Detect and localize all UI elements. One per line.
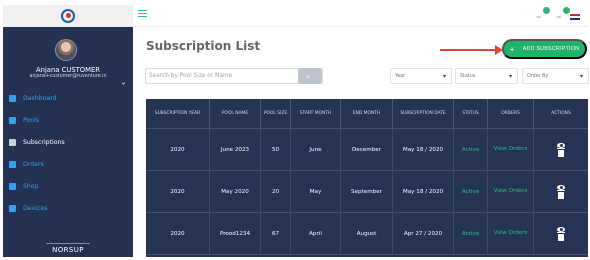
table-header: SUBSCRIPTION YEAR POOL NAME POOL SIZE ST… — [146, 99, 588, 129]
header-subscription-date: SUBSCRIPTION DATE — [393, 99, 454, 128]
language-flag-icon[interactable] — [570, 14, 580, 20]
sidebar-item-label: Dashboard — [23, 94, 57, 102]
cell-end-month: August — [341, 213, 393, 254]
orders-icon — [9, 160, 16, 168]
main-content: Subscription List + ADD SUBSCRIPTION Sear… — [140, 35, 589, 257]
chevron-down-icon: ▾ — [508, 73, 512, 80]
sidebar-item-orders[interactable]: Orders — [3, 153, 133, 175]
search-button[interactable]: ⌕ — [298, 68, 322, 84]
cell-end-month: December — [341, 129, 393, 170]
cell-subscription-date: May 18 / 2020 — [393, 129, 454, 170]
app-window: Anjana CUSTOMER anjana+customer@ruventur… — [0, 0, 590, 260]
trash-icon[interactable] — [557, 231, 565, 241]
cell-subscription-date: May 18 / 2020 — [393, 171, 454, 212]
sidebar-nav: Dashboard Pools Subscriptions Orders Sho… — [3, 87, 133, 219]
subscription-table: SUBSCRIPTION YEAR POOL NAME POOL SIZE ST… — [146, 99, 588, 257]
order-by-filter[interactable]: Order By ▾ — [522, 68, 589, 84]
sidebar-item-devices[interactable]: Devices — [3, 197, 133, 219]
status-badge: Active — [454, 129, 488, 170]
cell-year: 2020 — [146, 213, 210, 254]
year-filter[interactable]: Year ▾ — [390, 68, 452, 84]
trash-icon[interactable] — [557, 189, 565, 199]
sidebar-item-label: Pools — [23, 116, 40, 124]
cell-pool-size: 50 — [261, 129, 291, 170]
cell-pool-size: 20 — [261, 171, 291, 212]
cell-pool-name: June 2023 — [210, 129, 261, 170]
status-filter[interactable]: Status ▾ — [455, 68, 518, 84]
shop-icon — [9, 182, 16, 190]
footer-divider — [46, 243, 90, 244]
table-row: 2020 May 2020 20 May September May 18 / … — [146, 171, 588, 213]
cell-year: 2020 — [146, 171, 210, 212]
sidebar-item-shop[interactable]: Shop — [3, 175, 133, 197]
sidebar-item-label: Subscriptions — [23, 138, 65, 146]
table-row: 2020 June 2023 50 June December May 18 /… — [146, 129, 588, 171]
actions-cell — [534, 213, 588, 254]
alert-button[interactable]: ⌁ — [554, 7, 570, 23]
status-badge: Active — [454, 213, 488, 254]
notification-badge — [563, 7, 570, 14]
plus-icon: + — [509, 44, 515, 54]
header-pool-name: POOL NAME — [210, 99, 261, 128]
sidebar-item-label: Orders — [23, 160, 44, 168]
year-filter-label: Year — [395, 74, 406, 79]
chevron-down-icon: ▾ — [579, 73, 583, 80]
cell-start-month: June — [291, 129, 341, 170]
header-start-month: START MONTH — [291, 99, 341, 128]
notification-button[interactable]: ⌁ — [534, 7, 550, 23]
header-pool-size: POOL SIZE — [261, 99, 291, 128]
cell-pool-name: May 2020 — [210, 171, 261, 212]
cell-year: 2020 — [146, 129, 210, 170]
actions-cell — [534, 171, 588, 212]
add-subscription-label: ADD SUBSCRIPTION — [522, 46, 580, 52]
cell-end-month: September — [341, 171, 393, 212]
add-subscription-button[interactable]: + ADD SUBSCRIPTION — [502, 39, 587, 59]
sidebar: Anjana CUSTOMER anjana+customer@ruventur… — [3, 5, 133, 257]
dashboard-icon — [9, 94, 16, 102]
avatar — [55, 39, 77, 61]
view-orders-link[interactable]: View Orders — [488, 171, 534, 212]
annotation-arrow — [440, 49, 498, 51]
sidebar-item-subscriptions[interactable]: Subscriptions — [3, 131, 133, 153]
order-by-filter-label: Order By — [527, 74, 549, 79]
header-end-month: END MONTH — [341, 99, 393, 128]
view-orders-link[interactable]: View Orders — [488, 213, 534, 254]
actions-cell — [534, 129, 588, 170]
sidebar-item-dashboard[interactable]: Dashboard — [3, 87, 133, 109]
pools-icon — [9, 116, 16, 124]
subscriptions-icon — [9, 138, 16, 146]
sidebar-item-label: Shop — [23, 182, 39, 190]
user-name: Anjana CUSTOMER — [35, 66, 101, 74]
header-subscription-year: SUBSCRIPTION YEAR — [146, 99, 210, 128]
brand-logo-icon — [59, 8, 77, 24]
devices-icon — [9, 204, 16, 212]
table-row: 2020 Prood1234 67 April August Apr 27 / … — [146, 213, 588, 255]
profile-chevron-icon[interactable]: › — [119, 82, 128, 85]
brand-name: NORSUP — [52, 246, 84, 254]
header-actions: ACTIONS — [551, 110, 571, 116]
view-orders-link[interactable]: View Orders — [488, 129, 534, 170]
cell-start-month: April — [291, 213, 341, 254]
page-title: Subscription List — [146, 39, 261, 53]
cell-pool-size: 67 — [261, 213, 291, 254]
status-badge: Active — [454, 171, 488, 212]
cell-subscription-date: Apr 27 / 2020 — [393, 213, 454, 254]
sidebar-item-label: Devices — [23, 204, 48, 212]
search-icon: ⌕ — [306, 72, 311, 81]
notification-badge — [543, 7, 550, 14]
trash-icon[interactable] — [557, 147, 565, 157]
header-status: STATUS — [454, 99, 488, 128]
cell-start-month: May — [291, 171, 341, 212]
menu-icon[interactable] — [138, 10, 147, 17]
header-orders: ORDERS — [488, 99, 534, 128]
logo-bar — [3, 5, 133, 27]
sidebar-item-pools[interactable]: Pools — [3, 109, 133, 131]
top-bar: ⌁ ⌁ — [133, 5, 588, 27]
search-input[interactable]: Search by Pool Size or Name — [145, 68, 323, 84]
user-email: anjana+customer@ruventure.in — [29, 74, 107, 79]
status-filter-label: Status — [460, 74, 476, 79]
chevron-down-icon: ▾ — [442, 73, 446, 80]
cell-pool-name: Prood1234 — [210, 213, 261, 254]
